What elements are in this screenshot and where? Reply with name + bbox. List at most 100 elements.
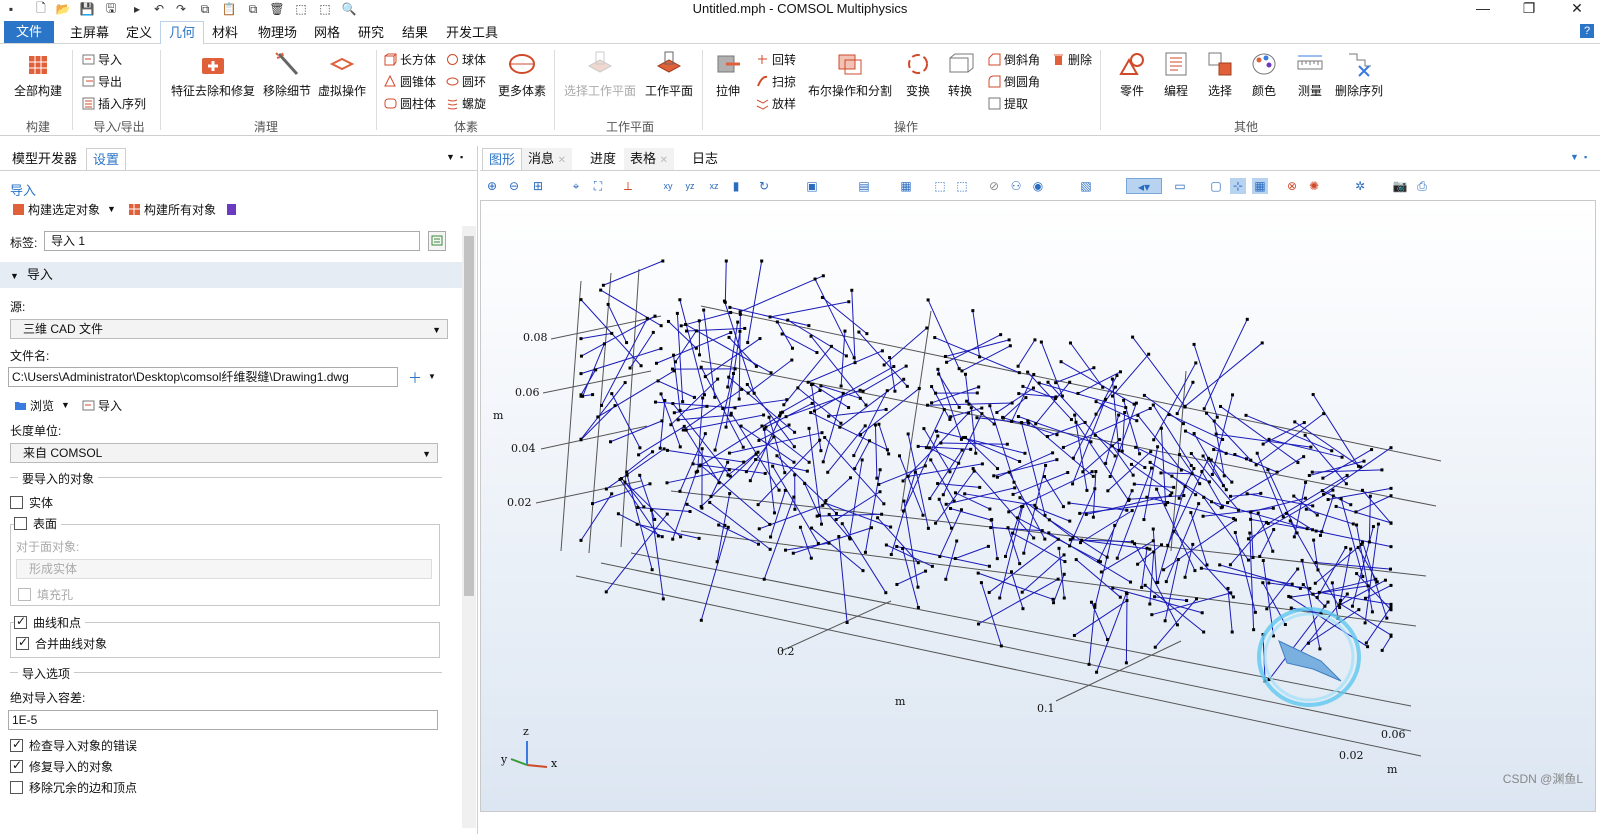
- deselect-box-icon[interactable]: ⬚: [954, 178, 970, 194]
- build-all-objects-button[interactable]: 构建所有对象: [128, 200, 238, 218]
- screen-icon[interactable]: ▭: [1172, 178, 1188, 194]
- close-icon[interactable]: ✕: [558, 155, 566, 166]
- tab-progress[interactable]: 进度: [584, 148, 622, 170]
- surfaces-checkbox[interactable]: 表面: [14, 515, 62, 531]
- restore-button[interactable]: ❐: [1514, 0, 1544, 18]
- curves-points-checkbox[interactable]: 曲线和点: [14, 614, 86, 630]
- pin-icon[interactable]: ▪: [1584, 152, 1587, 162]
- panel-menu-icon[interactable]: ▼: [446, 152, 455, 162]
- workplane-button[interactable]: 工作平面: [642, 50, 696, 98]
- rotate-icon[interactable]: ✲: [1352, 178, 1368, 194]
- sphere-button[interactable]: 球体: [446, 50, 486, 68]
- menu-results[interactable]: 结果: [394, 23, 436, 42]
- menu-physics[interactable]: 物理场: [250, 23, 305, 42]
- import-action-button[interactable]: 导入: [82, 396, 122, 414]
- zoom-selected-icon[interactable]: ⌖: [568, 178, 584, 194]
- zoom-box-icon[interactable]: ⊞: [530, 178, 546, 194]
- tab-model-builder[interactable]: 模型开发器: [6, 148, 83, 170]
- frame-icon[interactable]: ▢: [1208, 178, 1224, 194]
- cone-button[interactable]: 圆锥体: [384, 72, 436, 90]
- measure-button[interactable]: 测量: [1292, 50, 1328, 98]
- chamfer-button[interactable]: 倒斜角: [988, 50, 1040, 68]
- camera-icon[interactable]: 📷: [1392, 178, 1408, 194]
- select-workplane-button[interactable]: 选择工作平面: [562, 50, 638, 98]
- filename-field[interactable]: C:\Users\Administrator\Desktop\comsol纤维裂…: [8, 367, 398, 387]
- select-box-icon[interactable]: ⬚: [932, 178, 948, 194]
- dropdown-arrow-icon[interactable]: ▼: [61, 400, 70, 410]
- build-all-button[interactable]: 全部构建: [12, 50, 64, 98]
- menu-file[interactable]: 文件: [4, 21, 55, 43]
- transparency-icon[interactable]: ▤: [856, 178, 872, 194]
- tab-graphics[interactable]: 图形: [482, 148, 523, 170]
- conversions-button[interactable]: 转换: [944, 50, 976, 98]
- fill-holes-checkbox[interactable]: 填充孔: [18, 586, 73, 602]
- tab-log[interactable]: 日志: [686, 148, 724, 170]
- view-xy-icon[interactable]: xy: [660, 178, 676, 194]
- merge-curves-checkbox[interactable]: 合并曲线对象: [16, 635, 107, 651]
- dropdown-arrow-icon[interactable]: ▼: [107, 204, 116, 214]
- loft-button[interactable]: 放样: [756, 94, 796, 112]
- show-grid-icon[interactable]: ▦: [1252, 178, 1268, 194]
- insert-sequence-button[interactable]: 插入序列: [82, 94, 146, 112]
- view-yz-icon[interactable]: yz: [682, 178, 698, 194]
- view-3d-icon[interactable]: ▮: [728, 178, 744, 194]
- repair-checkbox[interactable]: 修复导入的对象: [10, 758, 113, 774]
- panel-menu-icon[interactable]: ▼: [1570, 152, 1579, 162]
- defeature-button[interactable]: 特征去除和修复: [168, 50, 258, 98]
- scrollbar-thumb[interactable]: [464, 236, 474, 596]
- delete-entities-button[interactable]: 删除: [1052, 50, 1092, 68]
- menu-study[interactable]: 研究: [350, 23, 392, 42]
- graphics-update-icon[interactable]: [225, 203, 238, 216]
- close-button[interactable]: ✕: [1562, 0, 1592, 18]
- menu-geometry[interactable]: 几何: [160, 21, 205, 45]
- pin-icon[interactable]: ▪: [460, 152, 463, 162]
- print-icon[interactable]: ⎙: [1414, 178, 1430, 194]
- tab-messages[interactable]: 消息 ✕: [522, 148, 573, 170]
- section-import-header[interactable]: ▼ 导入: [0, 262, 462, 288]
- wireframe-icon[interactable]: ▦: [898, 178, 914, 194]
- revolve-button[interactable]: 回转: [756, 50, 796, 68]
- show-icon[interactable]: ⚇: [1008, 178, 1024, 194]
- reset-view-icon[interactable]: ↻: [756, 178, 772, 194]
- more-primitives-button[interactable]: 更多体素: [494, 50, 550, 98]
- select-objects-icon[interactable]: ▧: [1078, 178, 1094, 194]
- tolerance-field[interactable]: 1E-5: [8, 710, 438, 730]
- export-button[interactable]: 导出: [82, 72, 122, 90]
- close-icon[interactable]: ✕: [660, 155, 668, 166]
- clear-selection-icon[interactable]: ⊗: [1284, 178, 1300, 194]
- cylinder-button[interactable]: 圆柱体: [384, 94, 436, 112]
- geometry-viewport[interactable]: 0.08 0.06 0.04 0.02 m 0.2 0.1 m 0.06 0.0…: [481, 201, 1597, 813]
- extract-button[interactable]: 提取: [988, 94, 1028, 112]
- menu-developer[interactable]: 开发工具: [438, 23, 506, 42]
- menu-home[interactable]: 主屏幕: [62, 23, 117, 42]
- menu-definitions[interactable]: 定义: [118, 23, 160, 42]
- label-field[interactable]: 导入 1: [44, 231, 420, 251]
- remove-details-button[interactable]: 移除细节: [262, 50, 312, 98]
- colors-button[interactable]: 颜色: [1246, 50, 1282, 98]
- source-select[interactable]: 三维 CAD 文件 ▼: [10, 319, 448, 339]
- view-xz-icon[interactable]: xz: [706, 178, 722, 194]
- minimize-button[interactable]: —: [1468, 0, 1498, 18]
- delete-sequence-button[interactable]: 删除序列: [1334, 50, 1384, 98]
- chevron-down-icon[interactable]: ▼: [428, 372, 436, 381]
- sweep-button[interactable]: 扫掠: [756, 72, 796, 90]
- settings-scrollbar[interactable]: [462, 226, 476, 828]
- parts-button[interactable]: 零件: [1114, 50, 1150, 98]
- graphics-window[interactable]: 0.08 0.06 0.04 0.02 m 0.2 0.1 m 0.06 0.0…: [480, 200, 1596, 812]
- build-selected-button[interactable]: 构建选定对象 ▼: [12, 200, 116, 218]
- virtual-ops-button[interactable]: 虚拟操作: [314, 50, 370, 98]
- menu-mesh[interactable]: 网格: [306, 23, 348, 42]
- help-icon[interactable]: ?: [1580, 24, 1594, 38]
- zoom-out-icon[interactable]: ⊖: [506, 178, 522, 194]
- selection-colors-icon[interactable]: ✺: [1306, 178, 1322, 194]
- helix-button[interactable]: 螺旋: [446, 94, 486, 112]
- remove-redundant-checkbox[interactable]: 移除冗余的边和顶点: [10, 779, 137, 795]
- torus-button[interactable]: 圆环: [446, 72, 486, 90]
- selections-button[interactable]: 选择: [1202, 50, 1238, 98]
- zoom-in-icon[interactable]: ⊕: [484, 178, 500, 194]
- length-unit-select[interactable]: 来自 COMSOL ▼: [10, 443, 438, 463]
- surface-mode-select[interactable]: 形成实体: [16, 559, 432, 579]
- hide-icon[interactable]: ⊘: [986, 178, 1002, 194]
- programming-button[interactable]: 编程: [1158, 50, 1194, 98]
- booleans-button[interactable]: 布尔操作和分割: [804, 50, 896, 98]
